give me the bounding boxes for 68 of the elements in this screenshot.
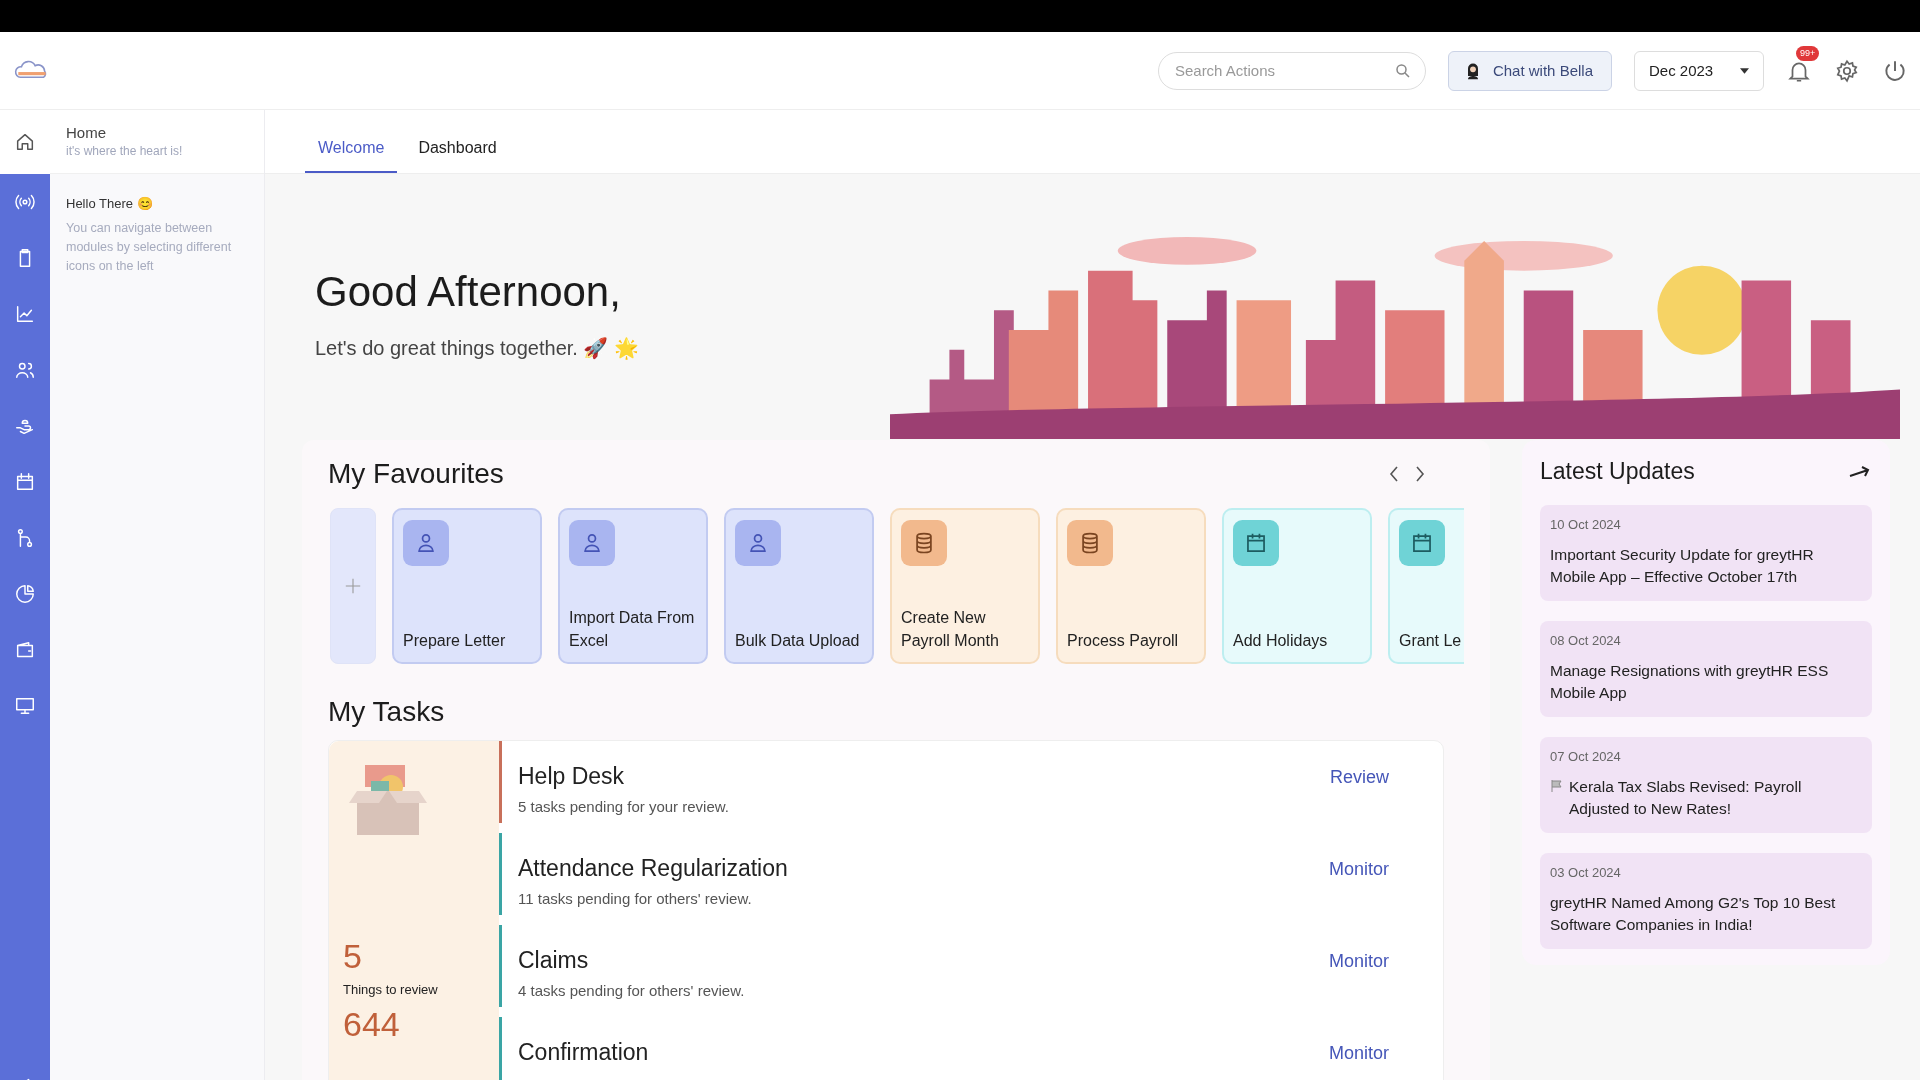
pie-chart-icon [14,583,36,605]
person-icon [735,520,781,566]
chart-icon [14,303,36,325]
home-icon [14,131,36,153]
update-date: 08 Oct 2024 [1550,632,1622,648]
total-count: 644 [343,1005,401,1044]
database-icon [1067,520,1113,566]
chevron-right-icon[interactable] [1414,464,1426,484]
database-icon [901,520,947,566]
update-card[interactable]: 07 Oct 2024 Kerala Tax Slabs Revised: Payroll Adjusted to New Rates! [1540,736,1872,833]
update-text: Important Security Update for greytHR Mobile App – Effective October 17th [1550,545,1815,588]
task-action-link[interactable]: Monitor [1328,951,1389,972]
task-subtitle: 11 tasks pending for others' review. [518,890,753,907]
favourite-card[interactable]: Add Holidays [1222,508,1372,664]
update-date: 10 Oct 2024 [1550,517,1622,532]
settings-icon[interactable] [1834,57,1860,84]
task-action-link[interactable]: Review [1329,767,1389,788]
calendar-icon [1399,520,1445,566]
person-icon [403,520,449,566]
flag-icon [1550,778,1564,793]
update-card[interactable]: 08 Oct 2024 Manage Resignations with greytHR ESS Mobile App [1540,620,1872,717]
tab[interactable]: Welcome [305,139,398,173]
review-count: 5 [343,937,363,976]
task-subtitle: 5 tasks pending for your review. [518,798,730,815]
caret-icon [1740,67,1749,74]
chat-button[interactable]: Chat with Bella [1447,50,1612,91]
hint-text: You can navigate between modules by selecting different icons on the left [66,220,233,275]
task-subtitle: 4 tasks pending for others' review. [518,982,746,999]
favourite-card[interactable]: Process Payroll [1056,508,1206,664]
task-title: Confirmation [518,1039,650,1066]
section-title: My Favourites [328,458,504,490]
review-label: Things to review [343,982,439,997]
tab[interactable]: Dashboard [405,139,510,173]
person-icon [569,520,615,566]
task-action-link[interactable]: Monitor [1328,859,1389,880]
hint-title: Hello There 😊 [66,196,154,211]
search-field[interactable]: Search Actions [1157,51,1426,90]
calendar-icon [1233,520,1279,566]
task-title: Claims [518,947,590,974]
search-icon [1393,61,1412,80]
update-date: 03 Oct 2024 [1550,864,1622,880]
update-date: 07 Oct 2024 [1550,748,1622,764]
period-dropdown[interactable]: Dec 2023 [1634,50,1764,91]
update-text: greytHR Named Among G2's Top 10 Best Software Companies in India! [1550,892,1837,936]
task-action-link[interactable]: Monitor [1328,1043,1389,1064]
chevron-left-icon[interactable] [1388,464,1400,484]
task-title: Attendance Regularization [518,855,789,882]
favourite-card[interactable]: Grant Le [1388,508,1464,664]
task-title: Help Desk [518,763,626,790]
favourite-card[interactable]: Import Data From Excel [558,508,708,664]
favourite-card[interactable]: Prepare Letter [392,508,542,664]
update-text: Kerala Tax Slabs Revised: Payroll Adjusted to New Rates! [1569,776,1803,820]
favourite-card[interactable]: Bulk Data Upload [724,508,874,664]
update-text: Manage Resignations with greytHR ESS Mobile App [1550,660,1830,704]
calendar-icon [14,471,36,493]
arrow-icon[interactable] [1848,463,1872,480]
update-card[interactable]: 10 Oct 2024 Important Security Update for greytHR Mobile App – Effective October 17th [1540,505,1872,601]
greeting-title: Good Afternoon, [315,268,622,316]
favourite-card[interactable]: Create New Payroll Month [890,508,1040,664]
greeting-tagline: Let's do great things together. 🚀 🌟 [315,336,639,360]
panel-title: Latest Updates [1540,458,1695,485]
panel-subtitle: it's where the heart is! [66,144,184,158]
panel-title: Home [66,124,107,141]
notification-badge: 99+ [1796,45,1820,61]
section-title: My Tasks [328,696,446,728]
plus-icon [344,577,362,595]
update-card[interactable]: 03 Oct 2024 greytHR Named Among G2's Top 10 Best Software Companies in India! [1540,852,1872,949]
monitor-icon [14,695,36,717]
